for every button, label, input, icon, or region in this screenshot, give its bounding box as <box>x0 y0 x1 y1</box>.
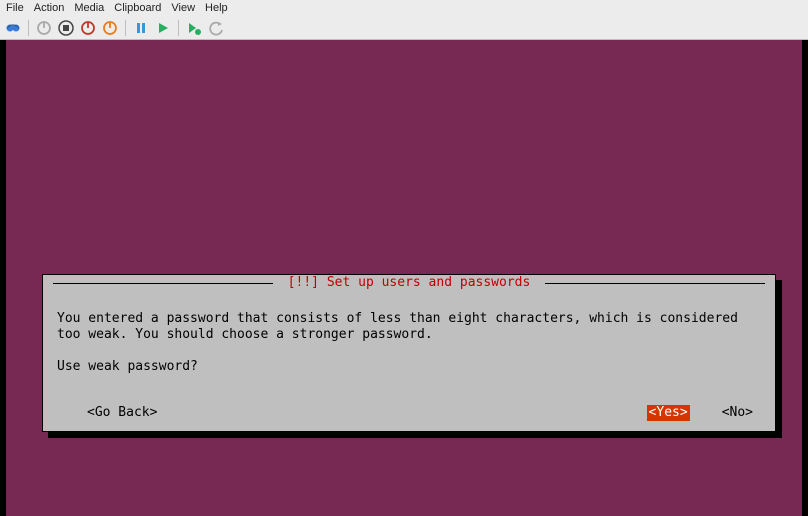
installer-screen[interactable]: [!!] Set up users and passwords You ente… <box>6 40 802 516</box>
dialog-title-row: [!!] Set up users and passwords <box>43 275 775 291</box>
menu-file[interactable]: File <box>6 2 24 14</box>
toolbar-separator <box>178 20 179 36</box>
dialog-prompt: Use weak password? <box>57 359 198 374</box>
dialog-title: [!!] Set up users and passwords <box>282 275 537 291</box>
toolbar <box>0 16 808 40</box>
menu-media[interactable]: Media <box>74 2 104 14</box>
play-icon[interactable] <box>154 19 172 37</box>
body-line-1: You entered a password that consists of … <box>57 311 738 326</box>
shutdown-icon[interactable] <box>79 19 97 37</box>
dialog-title-text: Set up users and passwords <box>327 275 531 290</box>
poweron-icon[interactable] <box>101 19 119 37</box>
no-button[interactable]: <No> <box>722 405 753 421</box>
menu-action[interactable]: Action <box>34 2 65 14</box>
connect-icon[interactable] <box>4 19 22 37</box>
pause-icon[interactable] <box>132 19 150 37</box>
poweroff-grey-icon[interactable] <box>35 19 53 37</box>
dialog-title-prefix: [!!] <box>288 275 319 290</box>
checkpoint-icon[interactable] <box>185 19 203 37</box>
dialog-body: You entered a password that consists of … <box>43 291 775 391</box>
stop-icon[interactable] <box>57 19 75 37</box>
menu-help[interactable]: Help <box>205 2 228 14</box>
yes-button[interactable]: <Yes> <box>647 405 690 421</box>
toolbar-separator <box>28 20 29 36</box>
toolbar-separator <box>125 20 126 36</box>
password-dialog: [!!] Set up users and passwords You ente… <box>42 274 776 432</box>
menubar: File Action Media Clipboard View Help <box>0 0 808 16</box>
dialog-buttons: <Go Back> <Yes> <No> <box>57 405 761 421</box>
menu-view[interactable]: View <box>171 2 195 14</box>
go-back-button[interactable]: <Go Back> <box>87 405 157 421</box>
vm-display-area: [!!] Set up users and passwords You ente… <box>0 40 808 516</box>
menu-clipboard[interactable]: Clipboard <box>114 2 161 14</box>
revert-icon[interactable] <box>207 19 225 37</box>
title-border-left <box>53 283 273 284</box>
body-line-2: too weak. You should choose a stronger p… <box>57 327 433 342</box>
title-border-right <box>545 283 765 284</box>
